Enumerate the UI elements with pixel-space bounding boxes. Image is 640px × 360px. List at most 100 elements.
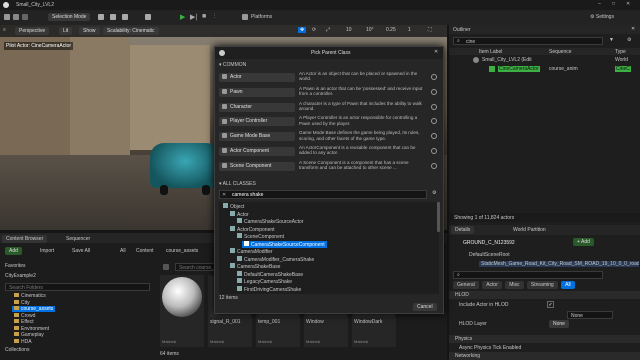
section-hlod[interactable]: HLOD bbox=[449, 291, 640, 299]
col-item-label[interactable]: Item Label bbox=[479, 49, 502, 55]
favorites-header[interactable]: Favorites bbox=[5, 263, 26, 269]
pilot-actor-label[interactable]: Pilot Actor: CineCameraActor bbox=[4, 42, 74, 50]
save-all-button[interactable]: Save All bbox=[72, 248, 90, 254]
save-icon[interactable] bbox=[4, 14, 10, 20]
all-classes-header[interactable]: ▾ ALL CLASSES bbox=[219, 181, 439, 189]
class-tree-item[interactable]: Actor bbox=[228, 210, 251, 218]
filter-icon[interactable]: ▼ bbox=[609, 37, 614, 43]
folder-item[interactable]: Environment bbox=[12, 325, 51, 332]
cinematics-icon[interactable] bbox=[122, 14, 128, 20]
info-icon[interactable] bbox=[431, 162, 437, 169]
build-icon[interactable] bbox=[145, 14, 151, 20]
breadcrumb-all[interactable]: All bbox=[120, 248, 126, 254]
minimize-icon[interactable]: – bbox=[598, 1, 601, 7]
class-button[interactable]: Character bbox=[219, 102, 295, 112]
clear-search-icon[interactable]: ✕ bbox=[222, 192, 226, 198]
settings-button[interactable]: ⚙ Settings bbox=[590, 14, 614, 20]
class-tree-item[interactable]: CameraShakeSourceActor bbox=[235, 218, 305, 225]
col-sequence[interactable]: Sequence bbox=[549, 49, 572, 55]
outliner-tab[interactable]: Outliner ✕ bbox=[449, 25, 640, 34]
details-search-input[interactable]: ⌕ bbox=[453, 271, 603, 279]
outliner-search-input[interactable]: ⌕ cine bbox=[453, 37, 603, 45]
lit-button[interactable]: Lit bbox=[59, 27, 73, 35]
common-class-row[interactable]: Game Mode Base Game Mode Base defines the… bbox=[219, 130, 437, 144]
tab-sequencer[interactable]: Sequencer bbox=[62, 235, 94, 243]
common-class-row[interactable]: Player Controller A Player Controller is … bbox=[219, 115, 437, 129]
filter-general[interactable]: General bbox=[453, 281, 479, 289]
class-tree-item[interactable]: LegacyCameraShake bbox=[235, 278, 294, 285]
maximize-viewport-icon[interactable]: ⛶ bbox=[428, 27, 432, 33]
class-tree-item[interactable]: CameraModifier bbox=[228, 248, 275, 255]
folder-item[interactable]: Cinematics bbox=[12, 293, 48, 299]
mode-dropdown[interactable]: Selection Mode bbox=[48, 13, 91, 21]
info-icon[interactable] bbox=[431, 118, 437, 125]
common-class-row[interactable]: Character A character is a type of Pawn t… bbox=[219, 101, 437, 115]
filter-actor[interactable]: Actor bbox=[482, 281, 502, 289]
col-type[interactable]: Type bbox=[615, 49, 626, 55]
common-class-row[interactable]: Actor Component An ActorComponent is a re… bbox=[219, 145, 437, 159]
perspective-button[interactable]: Perspective bbox=[15, 27, 50, 35]
platforms-button[interactable]: Platforms bbox=[251, 14, 272, 20]
class-tree-item[interactable]: CameraShakeSourceComponent bbox=[242, 240, 327, 248]
info-icon[interactable] bbox=[431, 88, 437, 95]
common-section-header[interactable]: ▾ COMMON bbox=[219, 62, 439, 70]
class-button[interactable]: Scene Component bbox=[219, 161, 295, 171]
outliner-settings-icon[interactable]: ⚙ bbox=[627, 37, 631, 43]
tab-details[interactable]: Details bbox=[451, 226, 475, 234]
collections-header[interactable]: Collections bbox=[5, 347, 29, 353]
info-icon[interactable] bbox=[431, 148, 437, 154]
common-class-row[interactable]: Scene Component A Scene Component is a co… bbox=[219, 160, 437, 174]
common-class-row[interactable]: Pawn A Pawn is an actor that can be 'poss… bbox=[219, 86, 437, 100]
scale-icon[interactable]: ⤢ bbox=[326, 27, 330, 33]
folder-item[interactable]: Effect bbox=[12, 319, 36, 325]
add-actor-icon[interactable] bbox=[98, 14, 104, 20]
options-icon[interactable]: ⋮ bbox=[212, 13, 217, 19]
cancel-button[interactable]: Cancel bbox=[413, 303, 437, 311]
folder-item[interactable]: Crowd bbox=[12, 312, 37, 319]
details-root[interactable]: DefaultSceneRoot bbox=[469, 252, 510, 258]
filter-streaming[interactable]: Streaming bbox=[526, 281, 558, 289]
grid-snap[interactable]: 10 bbox=[346, 27, 352, 33]
folder-item[interactable]: course_assets bbox=[12, 306, 56, 312]
outliner-row[interactable]: CineCameraActor course_anim CineC bbox=[449, 65, 640, 73]
class-tree-item[interactable]: CameraShakeBase bbox=[228, 263, 282, 270]
filter-all[interactable]: All bbox=[561, 281, 575, 289]
class-tree-item[interactable]: SceneComponent bbox=[235, 233, 286, 240]
info-icon[interactable] bbox=[431, 133, 437, 140]
rotation-snap[interactable]: 10° bbox=[366, 27, 374, 33]
tab-content-browser[interactable]: Content Browser bbox=[2, 235, 48, 243]
section-physics[interactable]: Physics bbox=[449, 335, 640, 343]
hlod-layer-none[interactable]: None bbox=[549, 320, 569, 328]
browse-icon[interactable] bbox=[13, 14, 19, 20]
class-button[interactable]: Pawn bbox=[219, 87, 295, 97]
rotate-icon[interactable]: ⟳ bbox=[312, 27, 316, 33]
class-tree-scrollbar[interactable] bbox=[437, 202, 440, 232]
breadcrumb-course-assets[interactable]: course_assets bbox=[166, 248, 198, 254]
breadcrumb-content[interactable]: Content bbox=[136, 248, 154, 254]
folder-item[interactable]: City bbox=[12, 299, 32, 306]
section-networking[interactable]: Networking bbox=[449, 352, 640, 360]
move-icon[interactable]: ✥ bbox=[298, 27, 307, 33]
class-button[interactable]: Player Controller bbox=[219, 117, 295, 127]
scalability-button[interactable]: Scalability: Cinematic bbox=[103, 27, 159, 35]
class-button[interactable]: Actor bbox=[219, 73, 295, 82]
maximize-icon[interactable]: □ bbox=[612, 1, 615, 7]
add-button[interactable]: Add bbox=[5, 247, 22, 255]
class-tree-item[interactable]: FirstDrivingCameraShake bbox=[235, 285, 303, 293]
show-button[interactable]: Show bbox=[79, 27, 100, 35]
blueprint-icon[interactable] bbox=[110, 14, 116, 20]
step-icon[interactable]: ▶| bbox=[190, 13, 197, 21]
dialog-close-icon[interactable]: ✕ bbox=[434, 49, 438, 55]
tab-world-partition[interactable]: World Partition bbox=[509, 226, 550, 234]
info-icon[interactable] bbox=[431, 103, 437, 110]
stop-icon[interactable]: ■ bbox=[202, 13, 206, 20]
play-icon[interactable]: ▶ bbox=[180, 13, 185, 21]
outliner-row[interactable]: Small_City_LVL2 (Edit World bbox=[449, 56, 640, 64]
camera-speed[interactable]: 1 bbox=[408, 27, 411, 33]
filter-misc[interactable]: Misc bbox=[505, 281, 524, 289]
cube-icon[interactable] bbox=[22, 14, 28, 20]
common-class-row[interactable]: Actor An Actor is an object that can be p… bbox=[219, 71, 437, 85]
folder-item[interactable]: HDA bbox=[12, 338, 34, 345]
class-tree-item[interactable]: DefaultCameraShakeBase bbox=[235, 270, 305, 278]
info-icon[interactable] bbox=[431, 74, 437, 80]
